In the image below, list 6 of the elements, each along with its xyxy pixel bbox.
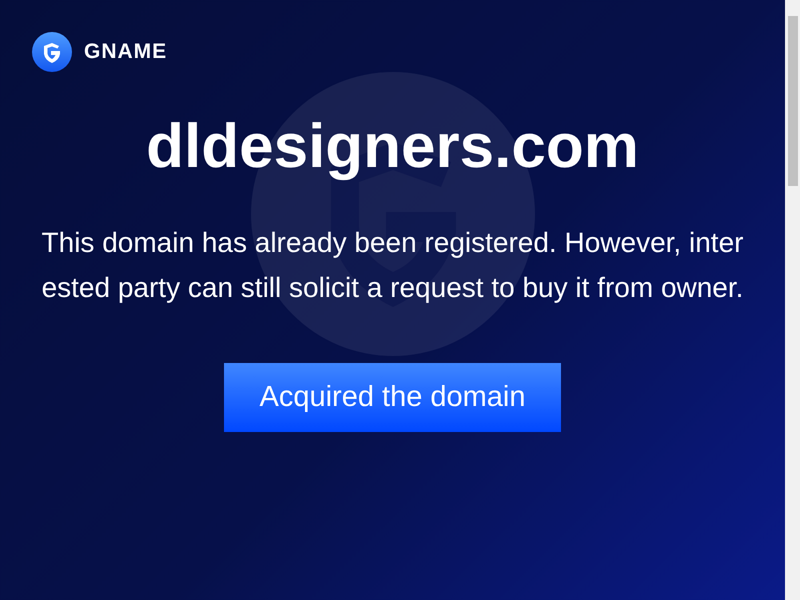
acquire-button[interactable]: Acquired the domain [224,363,561,432]
logo-text: GNAME [84,39,168,66]
message-text: This domain has already been registered. However, interested party can still solicit a request to buy it from owner. [40,226,744,305]
logo-icon [32,32,72,72]
scrollbar[interactable] [785,0,800,600]
domain-title: dldesigners.com [146,112,639,182]
